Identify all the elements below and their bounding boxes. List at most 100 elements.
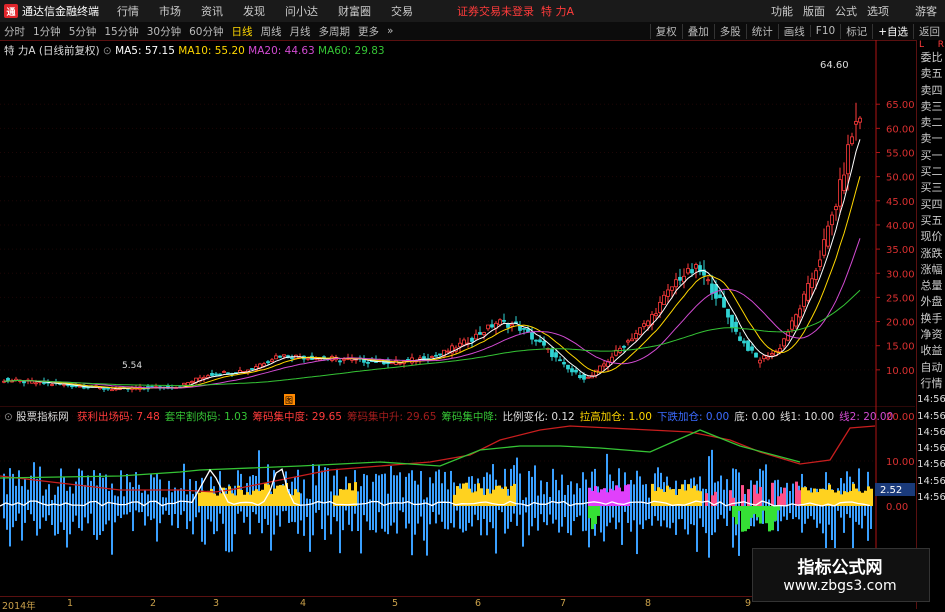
- period-1min[interactable]: 1分钟: [29, 24, 65, 39]
- side-panel-item[interactable]: 14:56: [917, 441, 945, 457]
- side-panel-item[interactable]: 14:56: [917, 490, 945, 506]
- indicator-bar-highlight: [348, 483, 351, 506]
- side-panel-item[interactable]: 卖三: [917, 99, 945, 115]
- indicator-bar-down: [189, 506, 191, 522]
- indicator-bar-down: [333, 506, 335, 518]
- indicator-bar-highlight: [597, 492, 600, 506]
- indicator-bar-down: [459, 506, 461, 529]
- side-panel-item[interactable]: 自动: [917, 360, 945, 376]
- tool-overlay[interactable]: 叠加: [681, 23, 714, 39]
- indicator-bar-down: [303, 506, 305, 536]
- menu-item-trade[interactable]: 交易: [381, 3, 423, 19]
- indicator-bar-down: [312, 506, 314, 536]
- user-label[interactable]: 游客: [915, 3, 937, 19]
- indicator-bar-highlight: [354, 482, 357, 506]
- indicator-bar-highlight: [483, 494, 486, 506]
- tool-f10[interactable]: F10: [809, 25, 840, 37]
- panel-switch[interactable]: LR: [917, 40, 945, 50]
- side-panel-item[interactable]: 行情: [917, 376, 945, 392]
- indicator-bar-up: [183, 463, 185, 506]
- candle-body: [762, 355, 766, 360]
- side-panel-item[interactable]: 委比: [917, 50, 945, 66]
- side-panel-item[interactable]: 现价: [917, 229, 945, 245]
- indicator-bar-up: [396, 475, 398, 506]
- side-panel-item[interactable]: 外盘: [917, 294, 945, 310]
- side-panel-item[interactable]: 涨幅: [917, 262, 945, 278]
- menu-item-layout[interactable]: 版面: [803, 3, 825, 19]
- app-logo[interactable]: 通 通达信金融终端: [0, 3, 107, 19]
- candle-body: [70, 384, 74, 388]
- menu-item-formula[interactable]: 公式: [835, 3, 857, 19]
- indicator-bar-down: [90, 506, 92, 514]
- side-panel-item[interactable]: 买一: [917, 148, 945, 164]
- menu-item-ask[interactable]: 问小达: [275, 3, 328, 19]
- side-panel-item[interactable]: 收益: [917, 343, 945, 359]
- candle-body: [438, 353, 442, 356]
- indicator-bar-down: [99, 506, 101, 536]
- menu-item-discover[interactable]: 发现: [233, 3, 275, 19]
- indicator-bar-highlight: [816, 492, 819, 506]
- candle-body: [858, 117, 862, 123]
- side-panel-item[interactable]: 14:56: [917, 392, 945, 408]
- side-panel-item[interactable]: 卖一: [917, 131, 945, 147]
- side-panel-item[interactable]: 14:56: [917, 474, 945, 490]
- period-15min[interactable]: 15分钟: [100, 24, 142, 39]
- indicator-bar-down: [819, 506, 821, 524]
- side-panel-item[interactable]: 14:56: [917, 457, 945, 473]
- chevron-right-icon[interactable]: »: [383, 25, 397, 37]
- candle-body: [486, 324, 490, 330]
- indicator-bar-highlight: [771, 482, 774, 506]
- side-panel-item[interactable]: 买二: [917, 164, 945, 180]
- login-status[interactable]: 证券交易未登录 特 力A: [457, 3, 574, 19]
- side-panel-item[interactable]: 净资: [917, 327, 945, 343]
- side-panel-item[interactable]: 涨跌: [917, 246, 945, 262]
- side-panel-item[interactable]: 14:56: [917, 425, 945, 441]
- period-monthly[interactable]: 月线: [286, 24, 315, 39]
- menu-item-wealth[interactable]: 财富圈: [328, 3, 381, 19]
- side-panel-item[interactable]: 卖二: [917, 115, 945, 131]
- tool-stats[interactable]: 统计: [745, 23, 778, 39]
- tool-mark[interactable]: 标记: [840, 23, 872, 39]
- candle-body: [222, 371, 226, 373]
- period-30min[interactable]: 30分钟: [143, 24, 185, 39]
- period-5min[interactable]: 5分钟: [65, 24, 101, 39]
- period-weekly[interactable]: 周线: [257, 24, 286, 39]
- menu-item-market[interactable]: 市场: [149, 3, 191, 19]
- settings-icon[interactable]: ⊙: [103, 45, 112, 57]
- indicator-bar-down: [552, 506, 554, 524]
- tool-back[interactable]: 返回: [913, 23, 945, 39]
- candle-body: [638, 327, 642, 335]
- indicator-bar-down: [561, 506, 563, 527]
- side-panel-item[interactable]: 14:56: [917, 409, 945, 425]
- period-multi[interactable]: 多周期: [315, 24, 355, 39]
- candlestick-chart[interactable]: 65.00 60.00 55.00 50.00 45.00 40.00 35.00 30.00…: [0, 40, 915, 406]
- side-panel-item[interactable]: 买四: [917, 197, 945, 213]
- tool-draw[interactable]: 画线: [777, 23, 810, 39]
- side-panel-item[interactable]: 买三: [917, 180, 945, 196]
- side-panel-item[interactable]: 换手: [917, 311, 945, 327]
- period-daily[interactable]: 日线: [228, 24, 257, 39]
- period-60min[interactable]: 60分钟: [185, 24, 227, 39]
- side-panel-item[interactable]: 买五: [917, 213, 945, 229]
- tool-adjust[interactable]: 复权: [649, 23, 682, 39]
- menu-item-news[interactable]: 资讯: [191, 3, 233, 19]
- settings-icon[interactable]: ⊙: [4, 411, 13, 423]
- menu-item-options[interactable]: 选项: [867, 3, 889, 19]
- period-more[interactable]: 更多: [354, 24, 383, 39]
- side-panel-item[interactable]: 总量: [917, 278, 945, 294]
- menu-item-function[interactable]: 功能: [771, 3, 793, 19]
- menu-item-quotes[interactable]: 行情: [107, 3, 149, 19]
- indicator-bar-down: [210, 506, 212, 522]
- indicator-bar-down: [225, 506, 227, 552]
- side-panel-item[interactable]: 卖五: [917, 66, 945, 82]
- period-tick[interactable]: 分时: [0, 24, 29, 39]
- indicator-bar-up: [57, 486, 59, 506]
- candle-body: [338, 360, 342, 363]
- indicator-bar-up: [636, 470, 638, 506]
- tool-multi-stock[interactable]: 多股: [713, 23, 746, 39]
- indicator-bar-down: [111, 506, 113, 555]
- tool-add-watchlist[interactable]: +自选: [872, 23, 913, 39]
- side-panel-item[interactable]: 卖四: [917, 83, 945, 99]
- indicator-bar-highlight: [753, 484, 756, 506]
- indicator-bar-down: [135, 506, 137, 511]
